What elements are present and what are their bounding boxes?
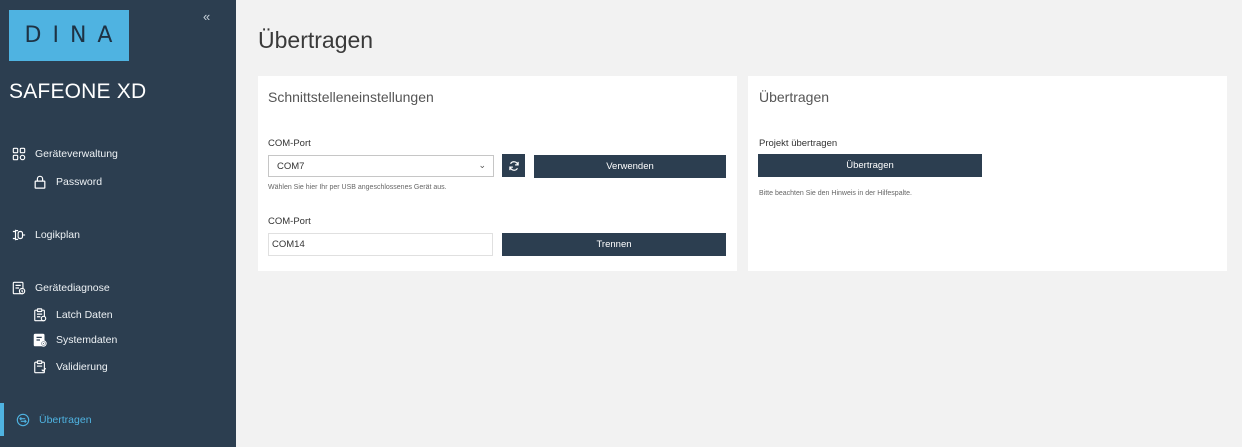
sidebar-item-label: Geräteverwaltung <box>35 148 118 160</box>
sidebar-item-validierung[interactable]: Validierung <box>33 360 108 374</box>
sidebar-item-label: Latch Daten <box>56 309 113 321</box>
lock-icon <box>34 175 46 189</box>
sidebar-item-latch-daten[interactable]: Latch Daten <box>33 308 113 322</box>
clipboard-icon <box>34 308 47 322</box>
connected-port-field[interactable] <box>268 233 493 256</box>
com-port-value: COM7 <box>277 161 305 172</box>
sidebar-item-label: Systemdaten <box>56 334 118 346</box>
sidebar-item-uebertragen[interactable]: Übertragen <box>16 413 92 427</box>
sidebar-item-label: Übertragen <box>39 414 92 426</box>
transfer-project-button[interactable]: Übertragen <box>758 154 982 177</box>
sidebar: « DINA SAFEONE XD Geräteverwaltung Passw… <box>0 0 236 447</box>
sidebar-item-label: Validierung <box>56 361 108 373</box>
logic-plan-icon <box>12 229 26 241</box>
logo-text: DINA <box>24 23 124 48</box>
product-name: SAFEONE XD <box>9 80 147 103</box>
disconnect-button[interactable]: Trennen <box>502 233 726 256</box>
com-port-select[interactable]: COM7 ⌄ <box>268 155 494 177</box>
transfer-card-title: Übertragen <box>759 89 830 105</box>
use-port-button[interactable]: Verwenden <box>534 155 726 178</box>
connected-port-label: COM-Port <box>268 216 311 227</box>
transfer-hint: Bitte beachten Sie den Hinweis in der Hi… <box>759 190 912 197</box>
refresh-icon <box>508 160 519 171</box>
chevron-down-icon: ⌄ <box>478 160 486 170</box>
com-port-hint: Wählen Sie hier Ihr per USB angeschlosse… <box>268 184 447 191</box>
system-data-icon <box>33 333 47 347</box>
devices-icon <box>12 147 26 161</box>
sidebar-item-logikplan[interactable]: Logikplan <box>12 228 80 242</box>
com-port-label: COM-Port <box>268 138 311 149</box>
collapse-sidebar-icon[interactable]: « <box>203 9 210 24</box>
transfer-icon <box>16 413 30 427</box>
project-transfer-label: Projekt übertragen <box>759 138 838 149</box>
clipboard-check-icon <box>34 360 47 374</box>
dina-logo: DINA <box>9 10 129 61</box>
sidebar-item-label: Password <box>56 176 103 188</box>
sidebar-item-label: Logikplan <box>35 229 80 241</box>
active-indicator <box>0 403 4 436</box>
sidebar-item-label: Gerätediagnose <box>35 282 110 294</box>
sidebar-item-password[interactable]: Password <box>33 175 102 189</box>
sidebar-item-geraetediagnose[interactable]: Gerätediagnose <box>12 281 110 295</box>
diagnosis-icon <box>12 281 26 295</box>
sidebar-item-systemdaten[interactable]: Systemdaten <box>33 333 117 347</box>
refresh-ports-button[interactable] <box>502 154 525 177</box>
sidebar-item-geraeteverwaltung[interactable]: Geräteverwaltung <box>12 147 118 161</box>
page-title: Übertragen <box>258 27 374 53</box>
interface-settings-title: Schnittstelleneinstellungen <box>268 89 434 105</box>
